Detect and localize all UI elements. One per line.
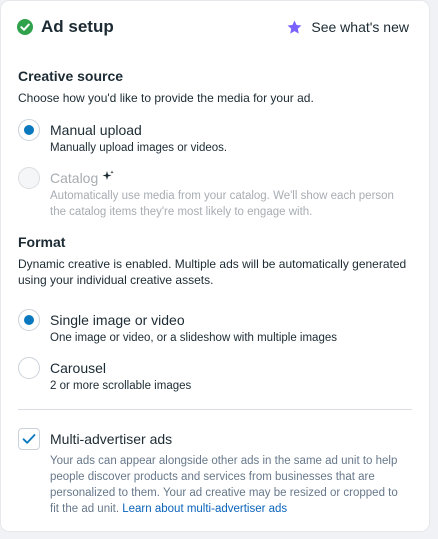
divider bbox=[18, 409, 412, 410]
ad-setup-card: Ad setup See what's new Creative source … bbox=[1, 1, 429, 531]
learn-about-multi-advertiser-ads-link[interactable]: Learn about multi-advertiser ads bbox=[122, 503, 287, 515]
check-circle-icon bbox=[17, 19, 33, 35]
multi-advertiser-description-line4-text: fit the ad unit. bbox=[50, 503, 120, 515]
multi-advertiser-label: Multi-advertiser ads bbox=[50, 431, 173, 447]
catalog-radio[interactable] bbox=[18, 167, 40, 189]
manual-upload-radio[interactable] bbox=[18, 119, 40, 141]
catalog-label: Catalog bbox=[50, 170, 99, 186]
multi-advertiser-description-line1: Your ads can appear alongside other ads … bbox=[50, 455, 398, 467]
carousel-label: Carousel bbox=[50, 360, 107, 376]
multi-advertiser-description-line2: people discover products and services fr… bbox=[50, 471, 375, 483]
card-header: Ad setup See what's new bbox=[17, 16, 409, 40]
see-whats-new-link[interactable]: See what's new bbox=[286, 16, 409, 38]
sparkle-icon bbox=[102, 170, 114, 180]
manual-upload-description: Manually upload images or videos. bbox=[50, 142, 228, 154]
single-image-or-video-radio[interactable] bbox=[18, 309, 40, 331]
checkmark-icon bbox=[22, 434, 36, 444]
multi-advertiser-description-line4: fit the ad unit. Learn about multi-adver… bbox=[50, 501, 287, 517]
see-whats-new-label: See what's new bbox=[311, 19, 409, 35]
format-description-line1: Dynamic creative is enabled. Multiple ad… bbox=[18, 257, 407, 271]
format-description-line2: using your individual creative assets. bbox=[18, 273, 214, 287]
manual-upload-label: Manual upload bbox=[50, 122, 142, 138]
catalog-description-line1: Automatically use media from your catalo… bbox=[50, 190, 394, 202]
card-title: Ad setup bbox=[41, 17, 114, 36]
multi-advertiser-description-line3: personalized to them. Your ad creative m… bbox=[50, 487, 398, 499]
single-image-or-video-label: Single image or video bbox=[50, 312, 185, 328]
format-title: Format bbox=[18, 234, 66, 250]
creative-source-description: Choose how you'd like to provide the med… bbox=[18, 91, 314, 105]
carousel-radio[interactable] bbox=[18, 357, 40, 379]
carousel-description: 2 or more scrollable images bbox=[50, 380, 192, 392]
single-image-or-video-description: One image or video, or a slideshow with … bbox=[50, 332, 337, 344]
star-icon bbox=[287, 20, 302, 34]
catalog-description-line2: the catalog items they're most likely to… bbox=[50, 206, 313, 218]
multi-advertiser-checkbox[interactable] bbox=[18, 428, 40, 450]
creative-source-title: Creative source bbox=[18, 68, 124, 84]
